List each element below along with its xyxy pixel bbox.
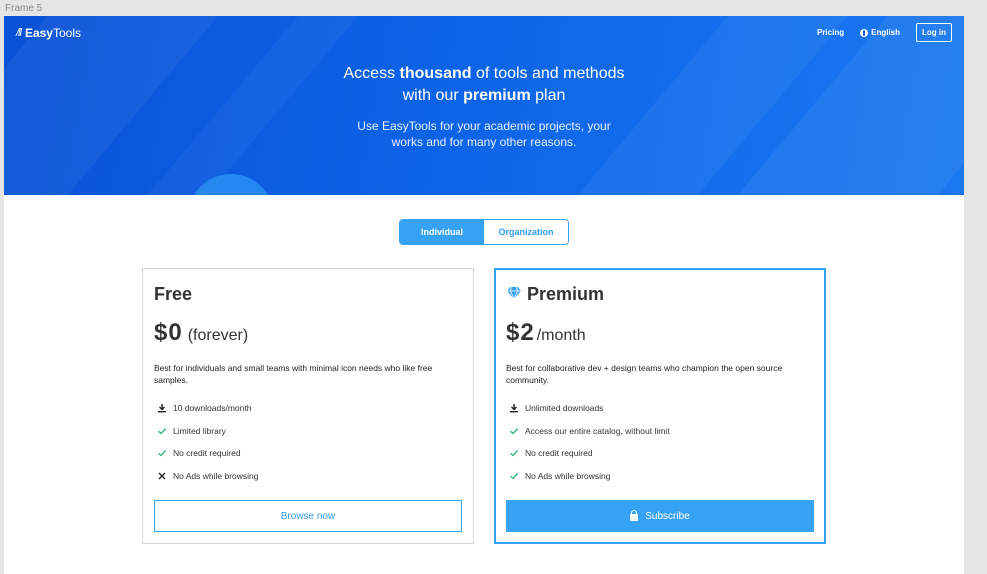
browse-now-button[interactable]: Browse now — [154, 500, 462, 532]
check-icon — [509, 426, 519, 436]
plan-title-text: Premium — [527, 284, 605, 304]
feature-item: 10 downloads/month — [157, 403, 259, 426]
check-icon — [509, 471, 519, 481]
plan-title: Premium — [506, 284, 604, 305]
feature-text: No credit required — [173, 448, 241, 458]
feature-text: No credit required — [525, 448, 593, 458]
top-nav: Pricing English Log in — [817, 23, 952, 42]
globe-icon — [860, 28, 869, 37]
language-label: English — [871, 28, 900, 37]
toggle-individual[interactable]: Individual — [400, 220, 484, 244]
headline-text: Access — [343, 65, 400, 82]
plan-description: Best for collaborative dev + design team… — [506, 363, 783, 385]
plan-description: Best for individuals and small teams wit… — [154, 363, 433, 385]
feature-item: Access our entire catalog, without limit — [509, 426, 670, 449]
hero-subtitle: Use EasyTools for your academic projects… — [4, 118, 964, 150]
plan-card-premium: Premium $2 /month Best for collaborative… — [494, 268, 826, 544]
feature-text: 10 downloads/month — [173, 403, 252, 413]
login-button[interactable]: Log in — [916, 23, 952, 42]
headline-bold: premium — [463, 87, 531, 104]
nav-pricing-link[interactable]: Pricing — [817, 28, 844, 37]
cross-icon — [157, 471, 167, 481]
feature-item: No credit required — [509, 448, 670, 471]
feature-item: No Ads while browsing — [509, 471, 670, 494]
subtitle-line: Use EasyTools for your academic projects… — [357, 119, 611, 133]
feature-text: No Ads while browsing — [173, 470, 259, 481]
hero-banner: /ll EasyTools Pricing English Log in Acc… — [4, 16, 964, 195]
price-period: /month — [536, 327, 586, 344]
download-icon — [157, 403, 167, 413]
subscribe-label: Subscribe — [645, 510, 690, 522]
diamond-icon — [506, 284, 522, 305]
feature-item: Unlimited downloads — [509, 403, 670, 426]
headline-text: of tools and methods — [471, 65, 625, 82]
logo-text: Tools — [52, 26, 81, 40]
lock-icon — [630, 510, 639, 521]
feature-item: No credit required — [157, 448, 259, 471]
feature-item: No Ads while browsing — [157, 471, 259, 494]
toggle-organization[interactable]: Organization — [484, 220, 568, 244]
subscribe-button[interactable]: Subscribe — [506, 500, 814, 532]
price-amount: $2 — [506, 319, 535, 346]
plan-title-text: Free — [154, 284, 193, 304]
logo-text-bold: Easy — [24, 26, 53, 40]
price-period: (forever) — [187, 327, 249, 344]
feature-text: Unlimited downloads — [525, 403, 604, 413]
feature-text: Limited library — [173, 425, 226, 436]
check-icon — [157, 448, 167, 458]
logo-mark-icon: /ll — [16, 27, 22, 39]
plan-price: $2 /month — [506, 319, 586, 347]
plan-type-toggle: Individual Organization — [399, 219, 569, 245]
plan-title: Free — [154, 284, 192, 305]
headline-text: with our — [402, 87, 464, 104]
frame-label: Frame 5 — [5, 3, 43, 14]
check-icon — [157, 426, 167, 436]
download-icon — [509, 403, 519, 413]
headline-bold: thousand — [399, 65, 472, 82]
feature-list: 10 downloads/month Limited library No cr… — [157, 403, 259, 493]
subtitle-line: works and for many other reasons. — [391, 135, 577, 149]
page-frame: /ll EasyTools Pricing English Log in Acc… — [4, 16, 964, 574]
feature-item: Limited library — [157, 426, 259, 449]
price-amount: $0 — [154, 319, 183, 346]
plan-price: $0 (forever) — [154, 319, 248, 347]
hero-headline: Access thousand of tools and methods wit… — [4, 63, 964, 107]
headline-text: plan — [530, 87, 566, 104]
check-icon — [509, 448, 519, 458]
plan-card-free: Free $0 (forever) Best for individuals a… — [142, 268, 474, 544]
feature-list: Unlimited downloads Access our entire ca… — [509, 403, 670, 493]
feature-text: No Ads while browsing — [525, 470, 611, 481]
language-selector[interactable]: English — [860, 28, 900, 37]
feature-text: Access our entire catalog, without limit — [525, 425, 670, 436]
logo[interactable]: /ll EasyTools — [16, 26, 81, 40]
